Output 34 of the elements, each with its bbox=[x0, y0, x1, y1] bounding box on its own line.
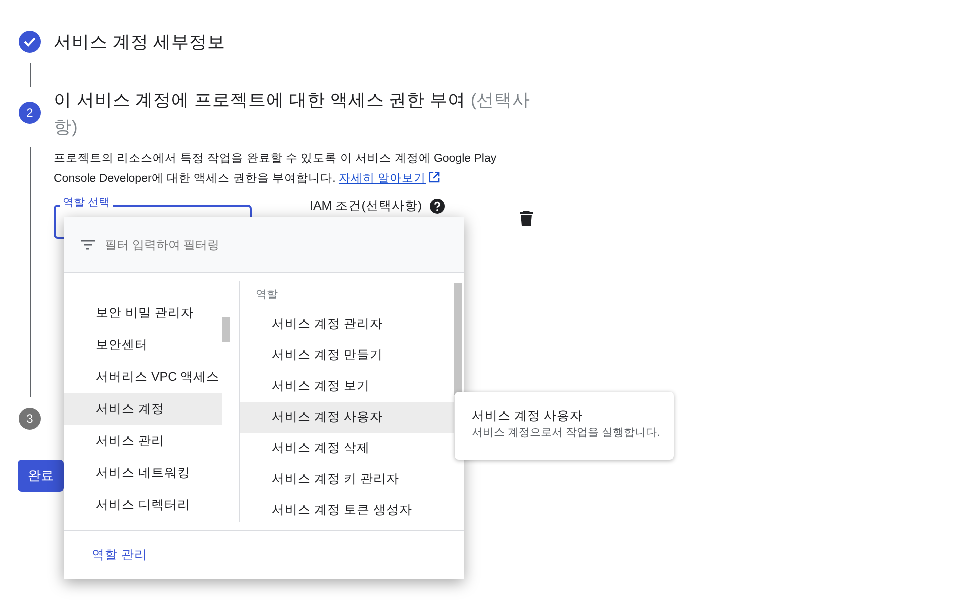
iam-condition-label: IAM 조건(선택사항) bbox=[310, 199, 422, 213]
filter-icon bbox=[81, 240, 95, 250]
category-item[interactable]: 서비스 네트워킹 bbox=[64, 457, 222, 489]
role-item[interactable]: 서비스 계정 삭제 bbox=[240, 433, 454, 464]
step-number: 2 bbox=[19, 102, 41, 124]
external-link-icon bbox=[429, 172, 440, 183]
step-number: 3 bbox=[19, 408, 41, 430]
tooltip-title: 서비스 계정 사용자 bbox=[472, 408, 584, 425]
role-item[interactable]: 서비스 계정 키 관리자 bbox=[240, 464, 454, 495]
done-button[interactable]: 완료 bbox=[18, 460, 64, 492]
section-header: 역할 bbox=[255, 288, 279, 303]
role-item[interactable]: 서비스 계정 보기 bbox=[240, 371, 454, 402]
category-item[interactable]: 보안 비밀 관리자 bbox=[64, 297, 222, 329]
help-icon[interactable] bbox=[430, 199, 446, 214]
scrollbar-thumb[interactable] bbox=[454, 283, 462, 395]
category-item[interactable]: 서버리스 VPC 액세스 bbox=[64, 361, 222, 393]
category-item[interactable]: 서비스 관리 bbox=[64, 425, 222, 457]
filter-field[interactable]: 필터 입력하여 필터링 bbox=[64, 217, 464, 273]
filter-input[interactable]: 필터 입력하여 필터링 bbox=[103, 234, 403, 254]
category-item[interactable]: 보안센터 bbox=[64, 329, 222, 361]
role-item[interactable]: 서비스 계정 만들기 bbox=[240, 340, 454, 371]
description: 프로젝트의 리소스에서 특정 작업을 완료할 수 있도록 이 서비스 계정에 Google Play Console Developer에 대한 액세스 권한을 부여합니다. 자세히 알아보기 bbox=[54, 152, 498, 187]
role-item[interactable]: 서비스 계정 사용자 bbox=[240, 402, 454, 433]
step-title: 서비스 계정 세부정보 bbox=[54, 31, 226, 54]
category-item[interactable]: 서비스 디렉터리 bbox=[64, 489, 222, 521]
step-title: 이 서비스 계정에 프로젝트에 대한 액세스 권한 부여 (선택사항) bbox=[54, 89, 532, 139]
role-item[interactable]: 서비스 계정 관리자 bbox=[240, 309, 454, 340]
delete-icon[interactable] bbox=[520, 211, 534, 226]
role-item[interactable]: 서비스 계정 토큰 생성자 bbox=[240, 495, 454, 526]
category-item[interactable]: 서비스 계정 bbox=[64, 393, 222, 425]
learn-more-link[interactable]: 자세히 알아보기 bbox=[338, 173, 440, 185]
scrollbar-thumb[interactable] bbox=[222, 317, 230, 342]
manage-roles-link[interactable]: 역할 관리 bbox=[92, 546, 148, 564]
tooltip-text: 서비스 계정으로서 작업을 실행합니다. bbox=[472, 426, 660, 441]
